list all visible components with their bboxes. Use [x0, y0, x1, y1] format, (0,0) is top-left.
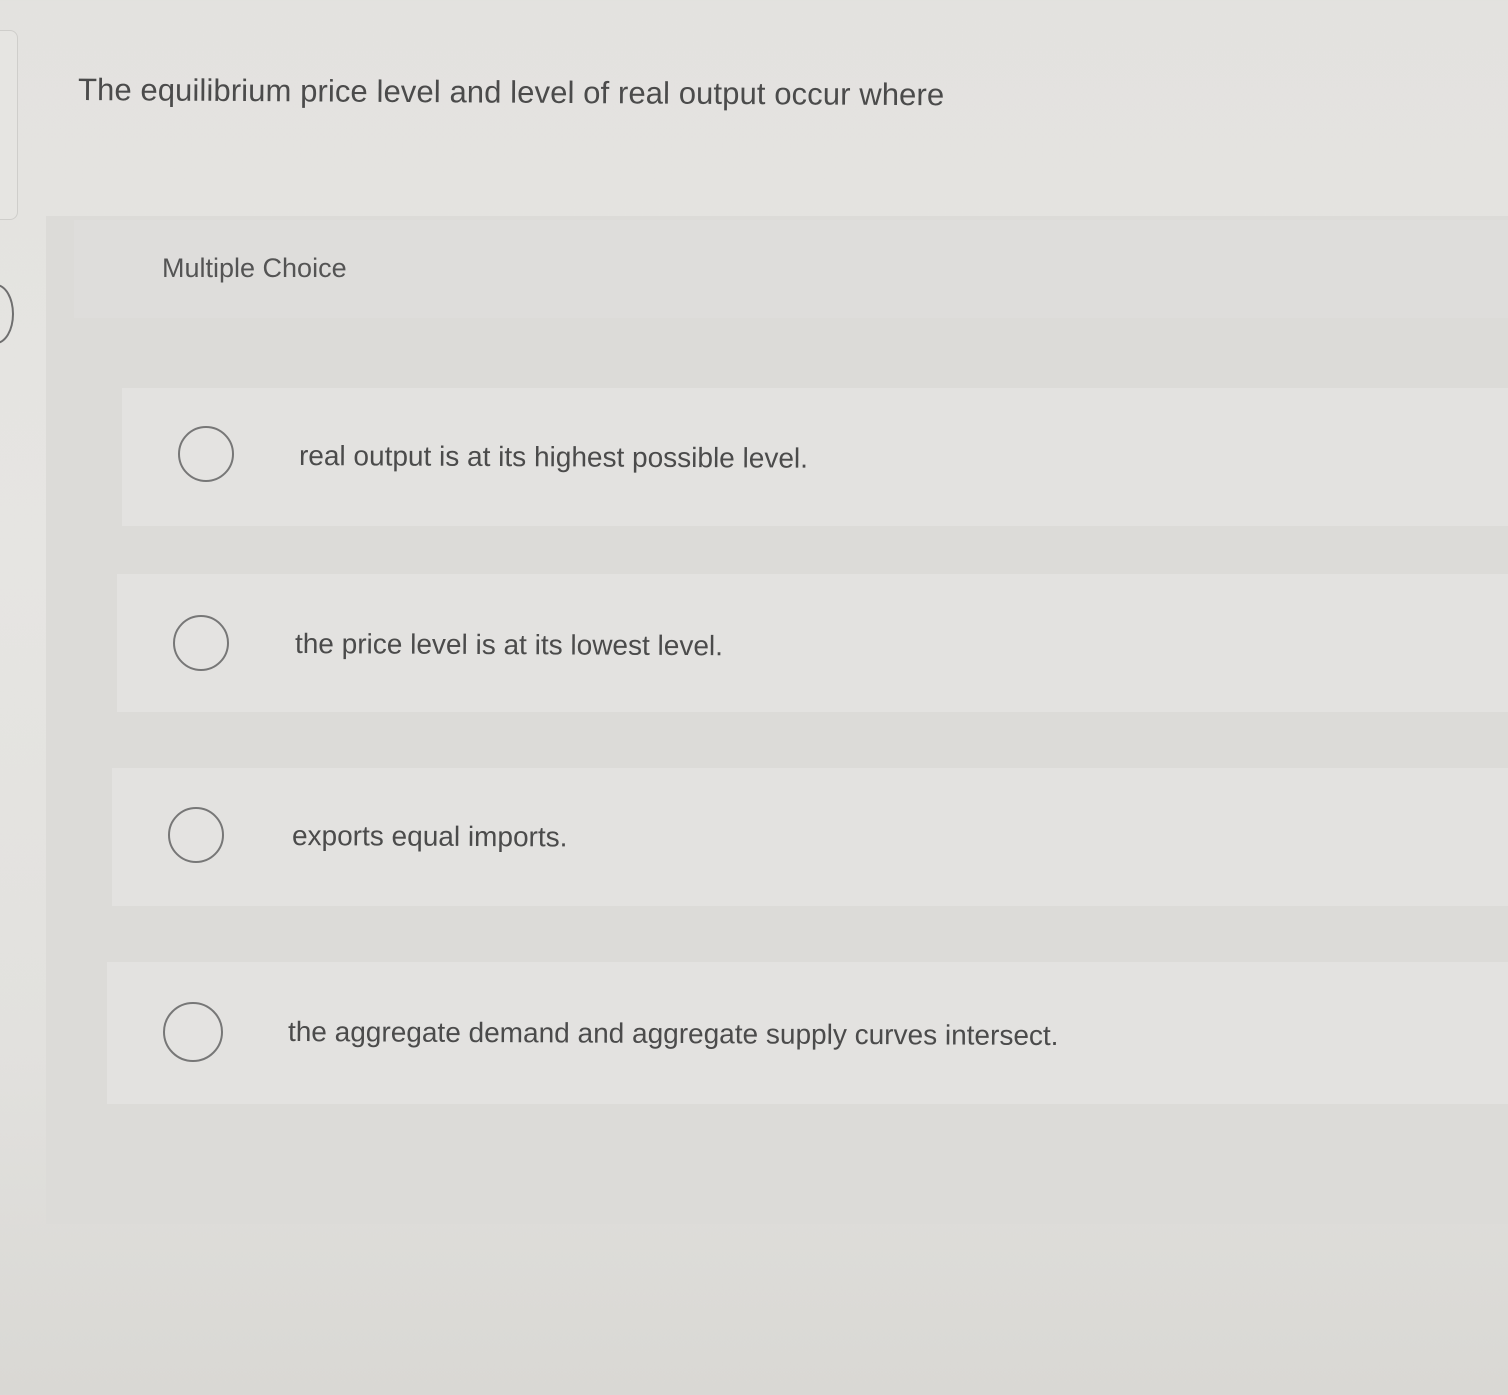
radio-button-option-3[interactable]	[168, 807, 224, 863]
choice-label-option-2: the price level is at its lowest level.	[294, 628, 724, 662]
question-type-label: Multiple Choice	[162, 253, 347, 283]
navigation-button-edge[interactable]	[0, 284, 14, 344]
question-stem: The equilibrium price level and level of…	[77, 72, 945, 113]
radio-button-option-2[interactable]	[173, 615, 229, 671]
choice-label-option-3: exports equal imports.	[291, 820, 568, 853]
choice-label-option-1: real output is at its highest possible l…	[298, 440, 809, 474]
choice-label-option-4: the aggregate demand and aggregate suppl…	[287, 1016, 1059, 1052]
previous-panel-edge	[0, 30, 18, 220]
radio-button-option-1[interactable]	[178, 426, 234, 482]
radio-button-option-4[interactable]	[163, 1002, 223, 1062]
